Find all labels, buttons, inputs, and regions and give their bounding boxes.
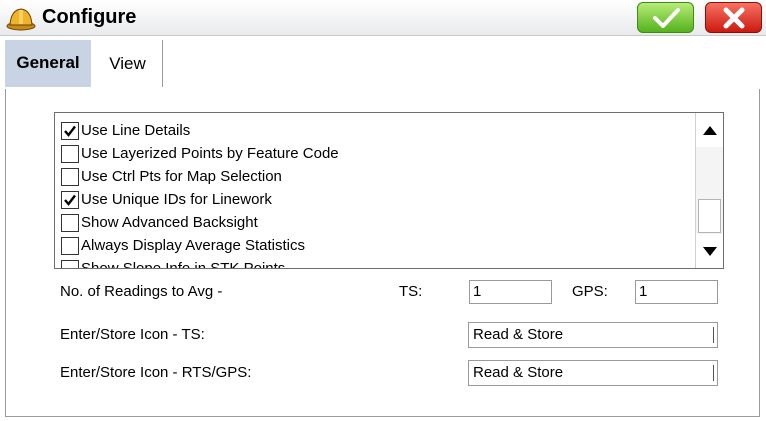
ts-label: TS: [399, 283, 423, 300]
checkbox-use-line-details[interactable] [61, 121, 79, 140]
option-label: Show Advanced Backsight [81, 214, 258, 231]
option-use-ctrl-pts[interactable]: Use Ctrl Pts for Map Selection [61, 165, 282, 188]
icon-ts-value: Read & Store [473, 326, 564, 343]
icon-rts-label: Enter/Store Icon - RTS/GPS: [60, 364, 252, 381]
window-title: Configure [42, 6, 137, 28]
option-label: Use Ctrl Pts for Map Selection [81, 168, 282, 185]
tab-strip: General View [0, 37, 766, 89]
checkmark-icon [64, 194, 76, 206]
hard-hat-icon [6, 8, 36, 31]
tab-view[interactable]: View [93, 40, 163, 87]
option-label: Show Slope Info in STK Points [81, 260, 286, 269]
readings-label: No. of Readings to Avg - [60, 283, 223, 300]
option-use-layerized-points[interactable]: Use Layerized Points by Feature Code [61, 142, 339, 165]
x-icon [723, 7, 744, 28]
close-button[interactable] [705, 2, 762, 33]
icon-ts-select[interactable]: Read & Store [468, 322, 718, 348]
gps-readings-input[interactable]: 1 [635, 280, 718, 304]
option-use-line-details[interactable]: Use Line Details [61, 119, 190, 142]
scroll-up-button[interactable] [696, 113, 723, 147]
checkbox-show-slope-info[interactable] [61, 259, 79, 268]
option-use-unique-ids[interactable]: Use Unique IDs for Linework [61, 188, 272, 211]
dropdown-arrow-icon [713, 327, 714, 343]
title-bar: Configure [0, 0, 766, 36]
checkbox-show-advanced-backsight[interactable] [61, 213, 79, 232]
scroll-thumb[interactable] [698, 199, 721, 233]
option-label: Use Line Details [81, 122, 191, 139]
ts-readings-input[interactable]: 1 [469, 280, 552, 304]
check-icon [652, 7, 680, 28]
icon-ts-label: Enter/Store Icon - TS: [60, 326, 205, 343]
icon-rts-value: Read & Store [473, 364, 564, 381]
checkbox-always-display-average[interactable] [61, 236, 79, 255]
icon-rts-select[interactable]: Read & Store [468, 360, 718, 386]
option-label: Use Layerized Points by Feature Code [81, 145, 339, 162]
options-list[interactable]: Use Line Details Use Layerized Points by… [54, 112, 724, 269]
dropdown-arrow-icon [713, 365, 714, 381]
option-show-slope-info[interactable]: Show Slope Info in STK Points [61, 257, 286, 269]
arrow-down-icon [702, 246, 717, 256]
gps-label: GPS: [572, 283, 608, 300]
checkbox-use-ctrl-pts[interactable] [61, 167, 79, 186]
tab-general[interactable]: General [5, 40, 91, 87]
option-label: Always Display Average Statistics [81, 237, 305, 254]
checkbox-use-unique-ids[interactable] [61, 190, 79, 209]
arrow-up-icon [702, 125, 717, 135]
option-show-advanced-backsight[interactable]: Show Advanced Backsight [61, 211, 258, 234]
checkmark-icon [64, 125, 76, 137]
checkbox-use-layerized-points[interactable] [61, 144, 79, 163]
option-always-display-average[interactable]: Always Display Average Statistics [61, 234, 305, 257]
option-label: Use Unique IDs for Linework [81, 191, 272, 208]
scroll-down-button[interactable] [696, 234, 723, 268]
ok-button[interactable] [637, 2, 694, 33]
options-scrollbar[interactable] [695, 113, 723, 268]
